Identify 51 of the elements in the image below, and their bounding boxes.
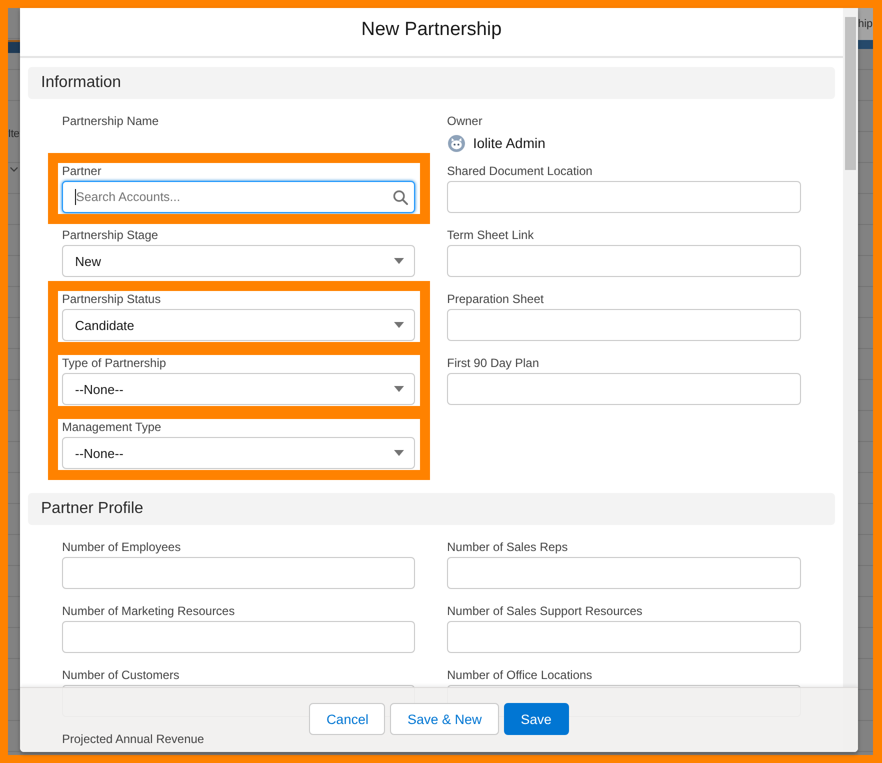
text-input[interactable] bbox=[447, 245, 801, 277]
field-label: Term Sheet Link bbox=[447, 227, 534, 243]
owner-name[interactable]: Iolite Admin bbox=[473, 135, 546, 151]
scrollbar-thumb[interactable] bbox=[845, 17, 856, 170]
caret-icon bbox=[394, 258, 404, 264]
caret-icon bbox=[394, 386, 404, 392]
dropdown[interactable]: New bbox=[62, 245, 415, 277]
footer-button[interactable]: Save bbox=[504, 703, 569, 735]
section-header: Partner Profile bbox=[28, 493, 835, 525]
modal-title: New Partnership bbox=[361, 18, 502, 42]
field-label: Type of Partnership bbox=[62, 355, 166, 371]
field-label: Number of Sales Support Resources bbox=[447, 603, 642, 619]
field-label: Preparation Sheet bbox=[447, 291, 544, 307]
background-text: Ite bbox=[8, 127, 20, 141]
text-cursor-icon bbox=[75, 189, 76, 205]
text-input[interactable] bbox=[447, 373, 801, 405]
avatar-icon bbox=[448, 134, 465, 152]
field-label: Partnership Stage bbox=[62, 227, 158, 243]
search-field[interactable]: Search Accounts... bbox=[62, 181, 415, 213]
field-label: Number of Office Locations bbox=[447, 667, 592, 683]
search-icon[interactable] bbox=[393, 190, 408, 205]
field-label: Partnership Name bbox=[62, 113, 159, 129]
field-label: Number of Sales Reps bbox=[447, 539, 568, 555]
caret-icon bbox=[394, 322, 404, 328]
dropdown[interactable]: Candidate bbox=[62, 309, 415, 341]
field-label: Number of Employees bbox=[62, 539, 181, 555]
text-input[interactable] bbox=[62, 621, 415, 653]
text-input[interactable] bbox=[62, 557, 415, 589]
text-input[interactable] bbox=[447, 621, 801, 653]
background-text: hip bbox=[858, 17, 873, 31]
footer-button[interactable]: Cancel bbox=[309, 703, 386, 735]
section-header: Information bbox=[28, 67, 835, 99]
chevron-down-icon bbox=[10, 167, 18, 172]
field-label: Management Type bbox=[62, 419, 162, 435]
nav-bar bbox=[858, 40, 873, 49]
field-label: Number of Marketing Resources bbox=[62, 603, 235, 619]
field-label: Partner bbox=[62, 163, 102, 179]
nav-bar bbox=[8, 40, 20, 53]
dropdown[interactable]: --None-- bbox=[62, 373, 415, 405]
text-input[interactable] bbox=[447, 309, 801, 341]
field-label: Shared Document Location bbox=[447, 163, 592, 179]
text-input[interactable] bbox=[447, 557, 801, 589]
footer-button[interactable]: Save & New bbox=[390, 703, 499, 735]
field-label: Number of Customers bbox=[62, 667, 180, 683]
dropdown[interactable]: --None-- bbox=[62, 437, 415, 469]
field-label: Owner bbox=[447, 113, 482, 129]
field-label: Projected Annual Revenue bbox=[62, 731, 204, 747]
caret-icon bbox=[394, 450, 404, 456]
field-label: First 90 Day Plan bbox=[447, 355, 540, 371]
text-input[interactable] bbox=[447, 181, 801, 213]
field-label: Partnership Status bbox=[62, 291, 161, 307]
